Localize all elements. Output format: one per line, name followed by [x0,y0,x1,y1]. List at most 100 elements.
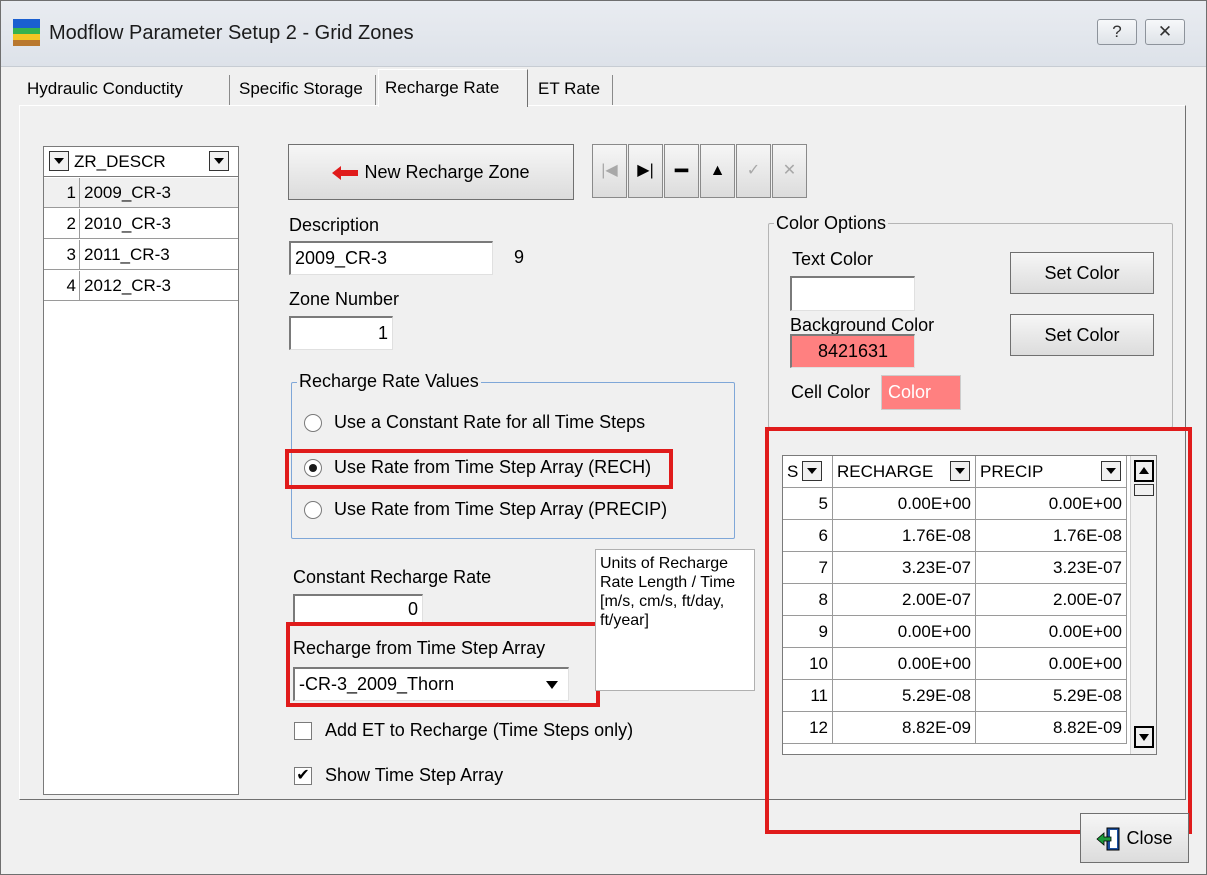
zone-row-number: 1 [44,178,80,208]
nav-cancel-button[interactable]: ✕ [772,144,807,198]
grid-cell-s[interactable]: 10 [783,648,833,680]
grid-cell-precip[interactable]: 2.00E-07 [976,584,1127,616]
tab-et-rate[interactable]: ET Rate [532,75,613,105]
array-select[interactable]: -CR-3_2009_Thorn [293,667,569,701]
cell-color-label: Cell Color [791,382,871,402]
nav-last-button[interactable]: ▶| [628,144,663,198]
grid-cell-recharge[interactable]: 1.76E-08 [833,520,976,552]
grid-cell-precip[interactable]: 0.00E+00 [976,616,1127,648]
row-selector-dropdown[interactable] [49,151,69,171]
new-recharge-zone-button[interactable]: New Recharge Zone [288,144,574,200]
grid-cell-precip[interactable]: 0.00E+00 [976,648,1127,680]
grid-cell-s[interactable]: 9 [783,616,833,648]
recharge-values-title: Recharge Rate Values [297,371,481,392]
grid-cell-s[interactable]: 11 [783,680,833,712]
background-color-input[interactable]: 8421631 [790,334,915,368]
text-color-label: Text Color [792,249,874,269]
nav-delete-button[interactable]: ━ [664,144,699,198]
cancel-x-icon: ✕ [782,162,797,179]
constant-rate-input[interactable]: 0 [293,594,423,624]
zone-row-number: 3 [44,240,80,270]
checkmark-icon: ✔ [296,767,310,784]
grid-cell-precip[interactable]: 5.29E-08 [976,680,1127,712]
add-et-checkbox[interactable] [294,722,312,740]
constant-rate-label: Constant Recharge Rate [293,567,492,587]
tab-hydraulic-conductivity[interactable]: Hydraulic Conductity [21,75,230,105]
nav-first-button[interactable]: |◀ [592,144,627,198]
grid-cell-s[interactable]: 6 [783,520,833,552]
zone-row[interactable]: 2 2010_CR-3 [44,209,238,239]
show-array-checkbox[interactable]: ✔ [294,767,312,785]
tab-recharge-rate[interactable]: Recharge Rate [378,69,528,107]
window-close-button[interactable]: ✕ [1145,19,1185,45]
time-step-grid: S RECHARGE PRECIP 5 0.00E+00 0.00E+00 6 … [782,455,1157,755]
zone-list: ZR_DESCR 1 2009_CR-3 2 2010_CR-3 3 2011_… [43,146,239,795]
recharge-column-dropdown[interactable] [950,461,970,481]
text-color-input[interactable] [790,276,915,311]
radio-constant-label: Use a Constant Rate for all Time Steps [334,412,646,432]
radio-precip-array[interactable] [304,501,322,519]
grid-cell-recharge[interactable]: 0.00E+00 [833,648,976,680]
set-text-color-button[interactable]: Set Color [1010,252,1154,294]
zone-row[interactable]: 1 2009_CR-3 [44,178,238,208]
background-color-label: Background Color [790,315,935,335]
up-triangle-icon: ▲ [709,162,726,179]
grid-header-recharge: RECHARGE [833,456,976,488]
zone-row-value: 2012_CR-3 [84,276,171,295]
tab-label: Recharge Rate [385,78,500,97]
close-label: Close [1126,828,1173,848]
grid-header-s-label: S [787,462,799,481]
grid-cell-precip[interactable]: 3.23E-07 [976,552,1127,584]
grid-header-recharge-label: RECHARGE [837,462,934,481]
grid-cell-recharge[interactable]: 0.00E+00 [833,488,976,520]
set-color-label: Set Color [1044,325,1120,345]
scroll-up-arrow-icon[interactable] [1134,460,1154,482]
zone-column-dropdown[interactable] [209,151,229,171]
zone-row[interactable]: 3 2011_CR-3 [44,240,238,270]
cell-color-swatch: Color [881,375,961,410]
description-input[interactable]: 2009_CR-3 [289,241,493,275]
help-button[interactable]: ? [1097,19,1137,45]
modflow-app-icon [13,19,40,46]
nav-edit-button[interactable]: ▲ [700,144,735,198]
zone-number-input[interactable]: 1 [289,316,393,350]
modflow-window: Modflow Parameter Setup 2 - Grid Zones ?… [0,0,1207,875]
grid-cell-s[interactable]: 7 [783,552,833,584]
set-background-color-button[interactable]: Set Color [1010,314,1154,356]
grid-cell-recharge[interactable]: 8.82E-09 [833,712,976,744]
exit-door-icon [1096,827,1120,851]
grid-cell-recharge[interactable]: 5.29E-08 [833,680,976,712]
grid-cell-recharge[interactable]: 3.23E-07 [833,552,976,584]
last-record-icon: ▶| [637,162,654,179]
units-note: Units of Recharge Rate Length / Time [m/… [595,549,755,691]
s-column-dropdown[interactable] [802,461,822,481]
minus-icon: ━ [674,158,689,183]
radio-constant-rate[interactable] [304,414,322,432]
zone-row-value: 2009_CR-3 [84,183,171,202]
nav-post-button[interactable]: ✓ [736,144,771,198]
grid-cell-precip[interactable]: 1.76E-08 [976,520,1127,552]
help-icon: ? [1112,22,1122,41]
red-left-arrow-icon [332,166,359,181]
grid-cell-precip[interactable]: 0.00E+00 [976,488,1127,520]
scroll-down-arrow-icon[interactable] [1134,726,1154,748]
grid-cell-s[interactable]: 8 [783,584,833,616]
tab-label: Hydraulic Conductity [27,79,183,98]
grid-cell-recharge[interactable]: 0.00E+00 [833,616,976,648]
grid-cell-recharge[interactable]: 2.00E-07 [833,584,976,616]
zone-row[interactable]: 4 2012_CR-3 [44,271,238,301]
radio-rech-label: Use Rate from Time Step Array (RECH) [334,457,652,477]
tab-specific-storage[interactable]: Specific Storage [233,75,376,105]
precip-column-dropdown[interactable] [1101,461,1121,481]
grid-cell-precip[interactable]: 8.82E-09 [976,712,1127,744]
zone-row-value: 2010_CR-3 [84,214,171,233]
grid-cell-s[interactable]: 12 [783,712,833,744]
zone-row-number: 2 [44,209,80,239]
scroll-thumb[interactable] [1134,484,1154,496]
check-icon: ✓ [746,162,761,179]
grid-header-s: S [783,456,833,488]
radio-rech-array[interactable] [304,459,322,477]
close-button[interactable]: Close [1080,813,1189,863]
grid-vertical-scrollbar[interactable] [1130,456,1156,754]
grid-cell-s[interactable]: 5 [783,488,833,520]
